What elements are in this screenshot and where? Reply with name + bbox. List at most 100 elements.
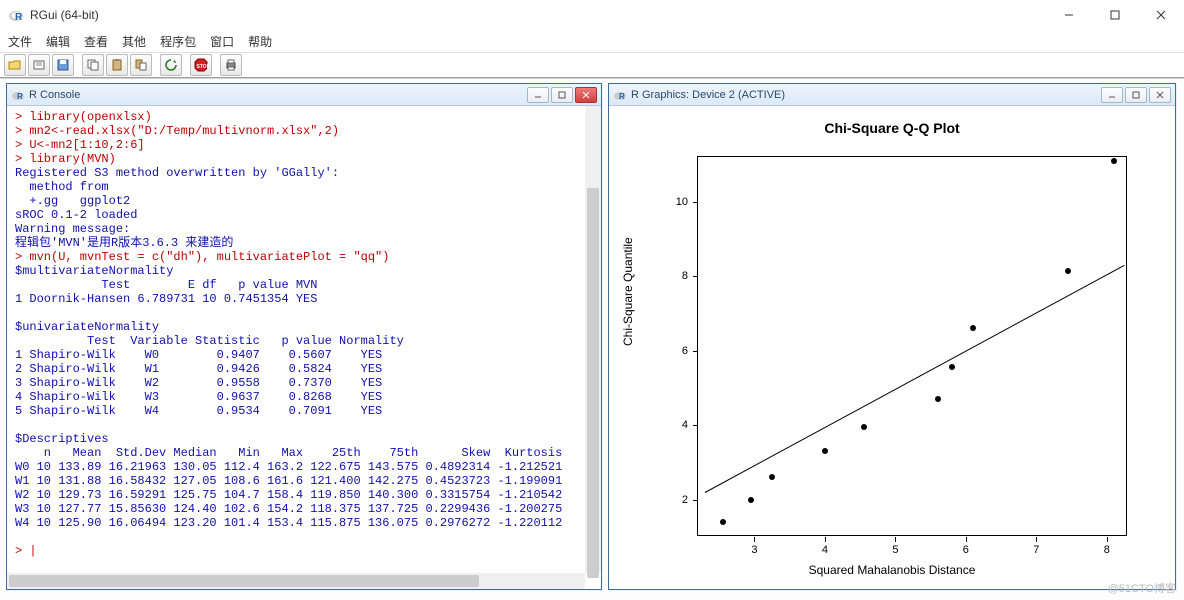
data-point [861,424,867,430]
close-button[interactable] [1138,0,1184,30]
console-window: R R Console > library(openxlsx) > mn2<-r… [6,83,602,590]
minimize-button[interactable] [1046,0,1092,30]
x-tick-label: 3 [751,544,757,556]
console-line: $Descriptives [15,432,109,446]
refresh-icon[interactable] [160,54,182,76]
watermark-text: @51CTO博客 [1108,580,1176,596]
console-line: Test Variable Statistic p value Normalit… [15,334,404,348]
x-tick-label: 8 [1104,544,1110,556]
x-axis-label: Squared Mahalanobis Distance [609,563,1175,577]
y-tick-label: 4 [668,419,688,431]
console-line: 3 Shapiro-Wilk W2 0.9558 0.7370 YES [15,376,404,390]
data-point [822,448,828,454]
data-point [1111,158,1117,164]
copy-icon[interactable] [82,54,104,76]
load-workspace-icon[interactable] [28,54,50,76]
maximize-button[interactable] [1092,0,1138,30]
save-icon[interactable] [52,54,74,76]
svg-text:R: R [17,92,23,101]
graphics-title-bar[interactable]: R R Graphics: Device 2 (ACTIVE) [609,84,1175,106]
console-line: 1 Shapiro-Wilk W0 0.9407 0.5607 YES [15,348,404,362]
print-icon[interactable] [220,54,242,76]
y-tick-label: 6 [668,345,688,357]
toolbar: STOP [0,52,1184,78]
console-line: method from [15,180,130,194]
svg-text:R: R [619,92,625,101]
console-line: 5 Shapiro-Wilk W4 0.9534 0.7091 YES [15,404,404,418]
console-hscroll[interactable] [7,573,585,589]
graphics-window: R R Graphics: Device 2 (ACTIVE) Chi-Squa… [608,83,1176,590]
y-axis-label: Chi-Square Quantile [621,237,635,346]
mdi-maximize-button[interactable] [551,87,573,103]
menu-bar: 文件 编辑 查看 其他 程序包 窗口 帮助 [0,30,1184,52]
console-line: Registered S3 method overwritten by 'GGa… [15,166,339,180]
data-point [769,474,775,480]
stop-icon[interactable]: STOP [190,54,212,76]
copy-paste-icon[interactable] [130,54,152,76]
window-buttons [1046,0,1184,30]
r-logo-icon: R [11,88,25,102]
svg-text:STOP: STOP [197,64,209,70]
menu-file[interactable]: 文件 [8,33,32,50]
console-title-bar[interactable]: R R Console [7,84,601,106]
y-tick-label: 2 [668,494,688,506]
y-tick-label: 10 [668,196,688,208]
console-line: W3 10 127.77 15.85630 124.40 102.6 154.2… [15,502,562,516]
console-line: $multivariateNormality [15,264,173,278]
console-line: Warning message: [15,222,130,236]
x-tick-label: 5 [892,544,898,556]
menu-windows[interactable]: 窗口 [210,33,234,50]
open-icon[interactable] [4,54,26,76]
console-title: R Console [29,89,527,101]
menu-misc[interactable]: 其他 [122,33,146,50]
paste-icon[interactable] [106,54,128,76]
console-line: W1 10 131.88 16.58432 127.05 108.6 161.6… [15,474,562,488]
console-line: > [15,544,29,558]
mdi-close-button[interactable] [1149,87,1171,103]
console-line: +.gg ggplot2 [15,194,130,208]
menu-edit[interactable]: 编辑 [46,33,70,50]
x-tick-label: 6 [963,544,969,556]
console-vscroll[interactable] [585,106,601,573]
data-point [970,325,976,331]
graphics-title: R Graphics: Device 2 (ACTIVE) [631,89,1101,101]
app-title-bar: R RGui (64-bit) [0,0,1184,30]
mdi-maximize-button[interactable] [1125,87,1147,103]
mdi-close-button[interactable] [575,87,597,103]
console-line: n Mean Std.Dev Median Min Max 25th 75th … [15,446,562,460]
chart-title: Chi-Square Q-Q Plot [609,120,1175,136]
menu-view[interactable]: 查看 [84,33,108,50]
data-point [748,497,754,503]
qq-reference-line [705,265,1125,493]
console-line: 4 Shapiro-Wilk W3 0.9637 0.8268 YES [15,390,404,404]
console-line: Test E df p value MVN [15,278,317,292]
console-line: > library(MVN) [15,152,116,166]
x-tick-label: 4 [822,544,828,556]
y-tick-label: 8 [668,270,688,282]
console-line: W2 10 129.73 16.59291 125.75 104.7 158.4… [15,488,562,502]
console-line: W0 10 133.89 16.21963 130.05 112.4 163.2… [15,460,562,474]
graphics-body: Chi-Square Q-Q Plot Chi-Square Quantile … [609,106,1175,589]
cursor: | [29,544,36,558]
console-line: > mvn(U, mvnTest = c("dh"), multivariate… [15,250,389,264]
r-logo-icon: R [8,7,24,23]
console-line: 1 Doornik-Hansen 6.789731 10 0.7451354 Y… [15,292,317,306]
data-point [720,519,726,525]
mdi-workspace: R R Console > library(openxlsx) > mn2<-r… [0,78,1184,600]
console-line: 程辑包'MVN'是用R版本3.6.3 来建造的 [15,236,241,250]
mdi-minimize-button[interactable] [1101,87,1123,103]
console-line: > library(openxlsx) [15,110,152,124]
mdi-minimize-button[interactable] [527,87,549,103]
svg-text:R: R [15,12,23,23]
data-point [935,396,941,402]
console-line: > mn2<-read.xlsx("D:/Temp/multivnorm.xls… [15,124,339,138]
data-point [1065,268,1071,274]
console-line: $univariateNormality [15,320,159,334]
menu-help[interactable]: 帮助 [248,33,272,50]
console-line: 2 Shapiro-Wilk W1 0.9426 0.5824 YES [15,362,404,376]
menu-packages[interactable]: 程序包 [160,33,196,50]
x-tick-label: 7 [1033,544,1039,556]
console-line: W4 10 125.90 16.06494 123.20 101.4 153.4… [15,516,562,530]
data-point [949,364,955,370]
console-body[interactable]: > library(openxlsx) > mn2<-read.xlsx("D:… [7,106,601,589]
